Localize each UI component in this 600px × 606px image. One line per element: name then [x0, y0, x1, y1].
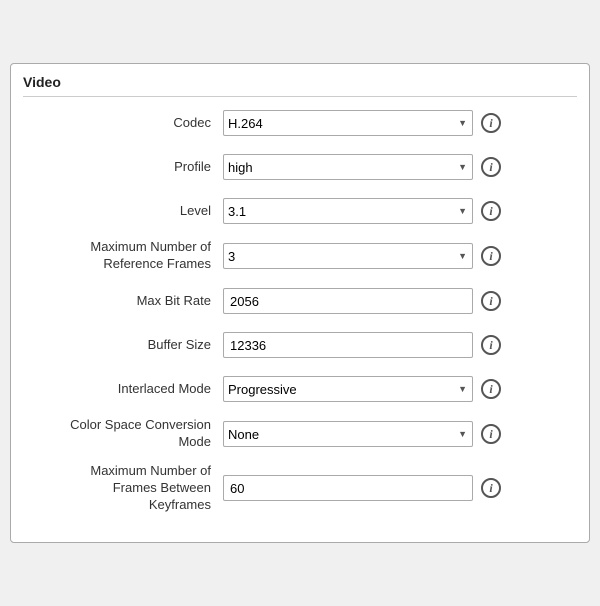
info-icon-max-keyframes[interactable]: i: [481, 478, 501, 498]
info-icon-codec[interactable]: i: [481, 113, 501, 133]
row-max-keyframes: Maximum Number ofFrames BetweenKeyframes…: [23, 463, 577, 514]
row-max-bit-rate: Max Bit Rate i: [23, 285, 577, 317]
control-wrap-max-ref-frames: 12345 i: [223, 243, 577, 269]
select-codec[interactable]: H.264H.265MPEG-2VP8: [223, 110, 473, 136]
label-interlaced-mode: Interlaced Mode: [23, 381, 223, 398]
label-color-space: Color Space ConversionMode: [23, 417, 223, 451]
row-interlaced-mode: Interlaced ModeProgressiveInterlaced Top…: [23, 373, 577, 405]
info-icon-buffer-size[interactable]: i: [481, 335, 501, 355]
label-max-bit-rate: Max Bit Rate: [23, 293, 223, 310]
select-wrapper-codec: H.264H.265MPEG-2VP8: [223, 110, 473, 136]
select-wrapper-interlaced-mode: ProgressiveInterlaced TopInterlaced Bott…: [223, 376, 473, 402]
info-icon-level[interactable]: i: [481, 201, 501, 221]
row-color-space: Color Space ConversionModeNoneBT.601BT.7…: [23, 417, 577, 451]
select-level[interactable]: 3.03.13.24.04.1: [223, 198, 473, 224]
select-max-ref-frames[interactable]: 12345: [223, 243, 473, 269]
info-icon-max-ref-frames[interactable]: i: [481, 246, 501, 266]
input-buffer-size[interactable]: [223, 332, 473, 358]
input-max-keyframes[interactable]: [223, 475, 473, 501]
label-max-ref-frames: Maximum Number ofReference Frames: [23, 239, 223, 273]
row-buffer-size: Buffer Size i: [23, 329, 577, 361]
row-profile: Profilebaselinemainhigh i: [23, 151, 577, 183]
label-max-keyframes: Maximum Number ofFrames BetweenKeyframes: [23, 463, 223, 514]
row-codec: CodecH.264H.265MPEG-2VP8 i: [23, 107, 577, 139]
control-wrap-interlaced-mode: ProgressiveInterlaced TopInterlaced Bott…: [223, 376, 577, 402]
select-wrapper-color-space: NoneBT.601BT.709: [223, 421, 473, 447]
row-level: Level3.03.13.24.04.1 i: [23, 195, 577, 227]
control-wrap-max-bit-rate: i: [223, 288, 577, 314]
select-wrapper-level: 3.03.13.24.04.1: [223, 198, 473, 224]
label-buffer-size: Buffer Size: [23, 337, 223, 354]
panel-title: Video: [23, 74, 577, 97]
control-wrap-level: 3.03.13.24.04.1 i: [223, 198, 577, 224]
select-color-space[interactable]: NoneBT.601BT.709: [223, 421, 473, 447]
control-wrap-max-keyframes: i: [223, 475, 577, 501]
label-profile: Profile: [23, 159, 223, 176]
control-wrap-codec: H.264H.265MPEG-2VP8 i: [223, 110, 577, 136]
label-codec: Codec: [23, 115, 223, 132]
select-wrapper-max-ref-frames: 12345: [223, 243, 473, 269]
select-profile[interactable]: baselinemainhigh: [223, 154, 473, 180]
info-icon-interlaced-mode[interactable]: i: [481, 379, 501, 399]
label-level: Level: [23, 203, 223, 220]
info-icon-max-bit-rate[interactable]: i: [481, 291, 501, 311]
control-wrap-profile: baselinemainhigh i: [223, 154, 577, 180]
info-icon-color-space[interactable]: i: [481, 424, 501, 444]
control-wrap-color-space: NoneBT.601BT.709 i: [223, 421, 577, 447]
input-max-bit-rate[interactable]: [223, 288, 473, 314]
video-panel: Video CodecH.264H.265MPEG-2VP8iProfileba…: [10, 63, 590, 542]
info-icon-profile[interactable]: i: [481, 157, 501, 177]
control-wrap-buffer-size: i: [223, 332, 577, 358]
row-max-ref-frames: Maximum Number ofReference Frames12345 i: [23, 239, 577, 273]
select-interlaced-mode[interactable]: ProgressiveInterlaced TopInterlaced Bott…: [223, 376, 473, 402]
select-wrapper-profile: baselinemainhigh: [223, 154, 473, 180]
